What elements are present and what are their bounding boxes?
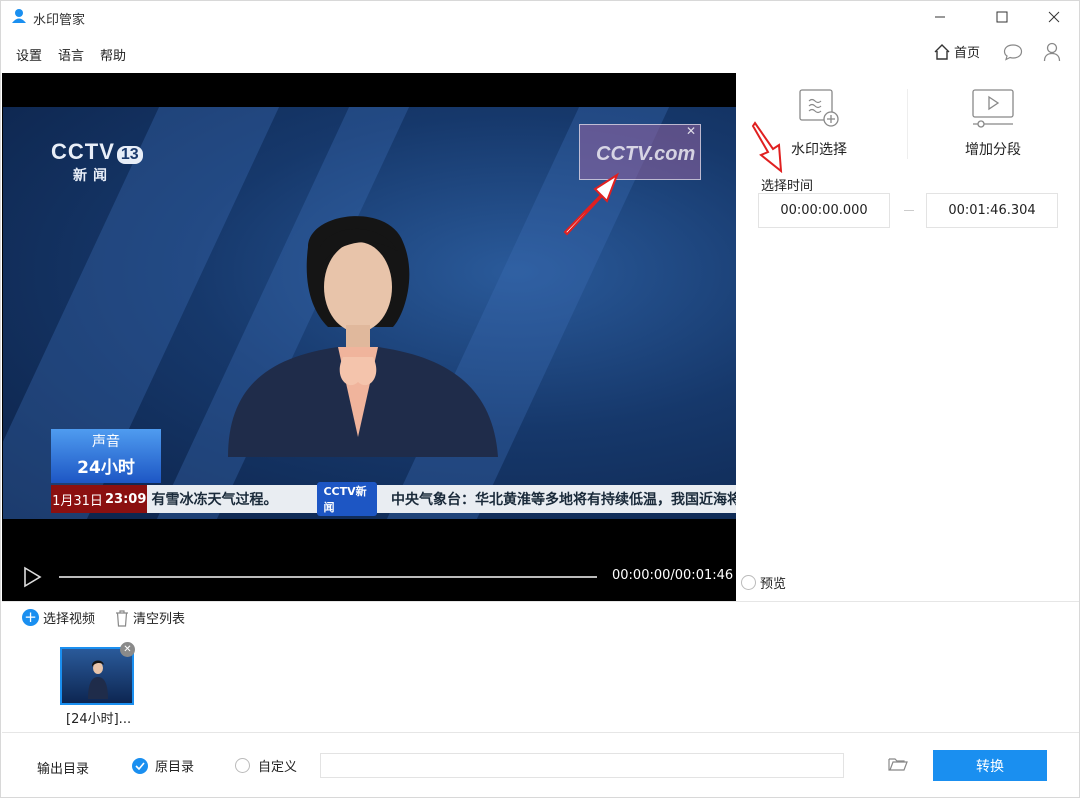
video-frame: CCTV 13 新闻 CCTV.com ✕ 声音 24小时 1月31日 23:09 …	[3, 107, 736, 519]
watermark-text: CCTV.com	[596, 143, 696, 165]
file-toolbar: + 选择视频 清空列表	[22, 608, 185, 627]
custom-dir-radio[interactable]	[235, 758, 250, 773]
news-anchor-figure	[228, 216, 498, 457]
minimize-icon	[935, 16, 945, 18]
file-list-area: + 选择视频 清空列表 ✕ [24小时]...	[2, 601, 1079, 731]
user-icon[interactable]	[1043, 42, 1061, 62]
channel-logo: CCTV 13 新闻	[51, 139, 143, 185]
home-link[interactable]: 首页	[933, 42, 980, 61]
remove-video-icon[interactable]: ✕	[120, 642, 135, 657]
menu-language[interactable]: 语言	[58, 45, 84, 64]
preview-option[interactable]: 预览	[741, 573, 786, 592]
close-icon	[1048, 11, 1060, 23]
right-panel: 水印选择 增加分段 选择时间 00:00:00.000 00:01:46.304…	[737, 73, 1079, 601]
app-logo-icon	[12, 9, 26, 23]
tool-divider	[907, 89, 908, 159]
custom-dir-option[interactable]: 自定义	[235, 756, 297, 775]
trash-icon	[116, 609, 129, 627]
start-time-input[interactable]: 00:00:00.000	[758, 193, 890, 228]
clear-list-button[interactable]: 清空列表	[115, 608, 185, 627]
app-window: 水印管家 设置 语言 帮助 首页 CCTV 13 新闻 CCTV.com ✕ 声…	[0, 0, 1080, 798]
play-icon[interactable]	[22, 566, 42, 588]
watermark-box-close-icon[interactable]: ✕	[686, 124, 696, 138]
output-path-input[interactable]	[320, 753, 844, 778]
close-button[interactable]	[1031, 1, 1077, 33]
output-dir-label: 输出目录	[37, 762, 90, 777]
maximize-button[interactable]	[979, 1, 1025, 33]
app-title: 水印管家	[33, 13, 86, 28]
maximize-icon	[996, 11, 1008, 23]
red-arrow-annotation-icon	[563, 172, 620, 236]
time-range-separator	[904, 210, 914, 211]
add-segment-button[interactable]: 增加分段	[923, 87, 1063, 159]
menu-help[interactable]: 帮助	[100, 45, 126, 64]
original-dir-label: 原目录	[155, 760, 195, 775]
clear-list-label: 清空列表	[133, 612, 186, 627]
minimize-button[interactable]	[917, 1, 963, 33]
select-video-label: 选择视频	[43, 612, 96, 627]
menu-bar: 设置 语言 帮助 首页	[1, 33, 1079, 73]
video-segment-icon	[972, 89, 1014, 128]
title-bar: 水印管家	[1, 1, 1079, 33]
time-select-label: 选择时间	[761, 179, 814, 194]
select-video-button[interactable]: + 选择视频	[22, 608, 95, 627]
seek-bar[interactable]	[59, 576, 597, 578]
video-file-name: [24小时]...	[66, 712, 132, 727]
folder-open-icon[interactable]	[888, 756, 908, 772]
preview-radio[interactable]	[741, 575, 756, 590]
player-controls: 00:00:00/00:01:46	[2, 551, 736, 601]
checked-radio-icon[interactable]	[132, 757, 148, 774]
preview-label: 预览	[760, 577, 787, 592]
original-dir-option[interactable]: 原目录	[132, 756, 194, 775]
video-player[interactable]: CCTV 13 新闻 CCTV.com ✕ 声音 24小时 1月31日 23:09 …	[2, 73, 736, 601]
add-icon: +	[22, 609, 39, 626]
playback-time: 00:00:00/00:01:46	[612, 568, 734, 583]
menu-settings[interactable]: 设置	[16, 45, 42, 64]
red-arrow-annotation-icon	[751, 121, 783, 173]
end-time-input[interactable]: 00:01:46.304	[926, 193, 1058, 228]
custom-dir-label: 自定义	[258, 760, 298, 775]
home-icon	[934, 43, 950, 60]
message-icon[interactable]	[1003, 43, 1023, 61]
add-segment-label: 增加分段	[965, 142, 1021, 158]
program-badge: 声音 24小时	[51, 429, 161, 483]
output-bar: 输出目录 原目录 自定义 转换	[2, 732, 1079, 798]
home-label: 首页	[954, 46, 981, 61]
news-ticker: 1月31日 23:09 有雪冰冻天气过程。 CCTV新闻 中央气象台：华北黄淮等多…	[51, 482, 736, 516]
watermark-add-icon	[799, 89, 839, 127]
thumbnail-anchor-figure	[88, 660, 108, 699]
convert-button[interactable]: 转换	[933, 750, 1047, 781]
